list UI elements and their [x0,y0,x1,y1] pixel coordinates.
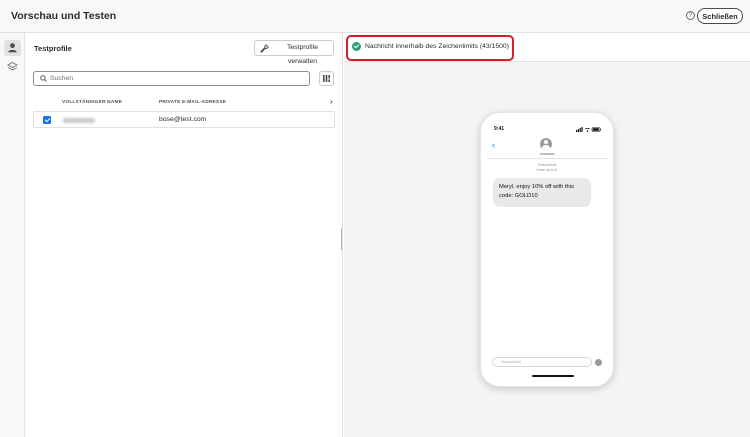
phone-input-placeholder: Textnachricht [501,360,521,364]
column-header-full-name[interactable]: VOLLSTÄNDIGER NAME [62,100,122,105]
preview-panel: Nachricht innerhalb des Zeichenlimits (4… [344,33,750,437]
phone-message-input: Textnachricht [492,357,592,367]
panel-title: Testprofile [34,44,72,53]
help-icon[interactable]: ? [686,11,695,20]
row-email: bose@test.com [159,116,207,123]
home-indicator [532,375,574,377]
phone-conversation-header: ‹ 123456994 [487,135,607,159]
wrench-icon [260,44,269,53]
table-row[interactable]: bose@test.com [33,111,335,128]
chevron-right-icon[interactable]: › [330,97,333,106]
test-profiles-panel: Testprofile Testprofile verwalten VOLLST… [25,33,343,437]
signal-battery-icon [576,127,602,132]
back-chevron-icon: ‹ [492,140,495,150]
page-title: Vorschau und Testen [11,10,117,22]
layers-icon[interactable] [4,59,21,75]
manage-test-profiles-button[interactable]: Testprofile verwalten [254,40,334,65]
message-meta-type: Textnachricht [537,163,557,167]
phone-time: 9:41 [494,126,505,132]
column-settings-icon[interactable] [319,71,334,86]
sender-number: 123456994 [539,152,555,156]
phone-preview: 9:41 ‹ 123456994 Textnachricht Heute um … [480,112,614,387]
column-header-private-email[interactable]: PRIVATE E-MAIL-ADRESSE [159,100,226,105]
close-button[interactable]: Schließen [697,8,743,24]
manage-button-label: Testprofile verwalten [287,44,318,65]
send-icon [595,359,602,366]
phone-screen: 9:41 ‹ 123456994 Textnachricht Heute um … [487,120,607,379]
row-checkbox[interactable] [43,116,51,124]
character-limit-status: Nachricht innerhalb des Zeichenlimits (4… [365,43,509,50]
top-bar: Vorschau und Testen ? Schließen [0,0,750,33]
status-bar: Nachricht innerhalb des Zeichenlimits (4… [344,33,750,62]
sms-message-bubble: Meryl, enjoy 10% off with this code: GOL… [493,178,591,207]
search-icon [40,75,47,82]
left-rail [0,33,25,437]
avatar [540,138,552,150]
message-meta-time: Heute um 9:41 [536,168,558,172]
check-circle-icon [352,42,361,51]
user-icon[interactable] [4,40,21,56]
search-field[interactable] [33,71,310,86]
redacted-name [63,118,95,123]
search-input[interactable] [50,73,300,84]
